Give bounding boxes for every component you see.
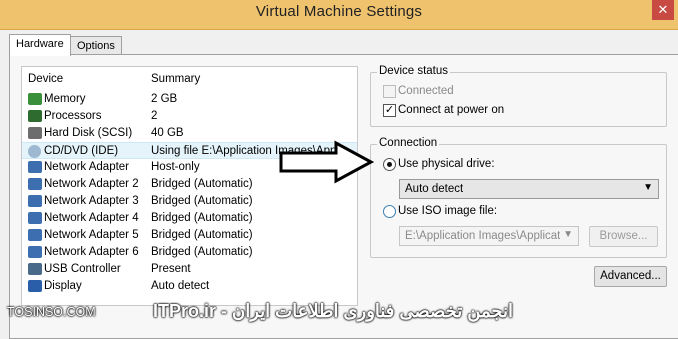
connect-at-power-on-checkbox[interactable]: ✓ bbox=[383, 104, 396, 117]
chevron-down-icon: ▼ bbox=[563, 229, 573, 240]
connection-group: Connection Use physical drive: Auto dete… bbox=[370, 137, 667, 258]
device-list-header: Device Summary bbox=[22, 67, 357, 89]
connected-checkbox[interactable] bbox=[383, 85, 396, 98]
use-physical-drive-radio[interactable] bbox=[383, 158, 396, 171]
device-summary: Bridged (Automatic) bbox=[151, 212, 253, 224]
network-adapter-icon bbox=[28, 246, 42, 258]
column-summary[interactable]: Summary bbox=[151, 73, 200, 85]
device-row[interactable]: Network Adapter 6 Bridged (Automatic) bbox=[22, 244, 357, 261]
hard-disk-icon bbox=[28, 127, 42, 139]
device-name: Network Adapter 6 bbox=[44, 246, 139, 258]
connect-at-power-on-label: Connect at power on bbox=[398, 104, 505, 116]
device-summary: Bridged (Automatic) bbox=[151, 195, 253, 207]
device-summary: Bridged (Automatic) bbox=[151, 178, 253, 190]
tab-options[interactable]: Options bbox=[70, 36, 122, 56]
usb-icon bbox=[28, 263, 42, 275]
use-iso-image-label: Use ISO image file: bbox=[398, 205, 498, 217]
device-name: Processors bbox=[44, 110, 102, 122]
iso-path-value: E:\Application Images\Applicatic bbox=[405, 230, 560, 242]
network-adapter-icon bbox=[28, 195, 42, 207]
connection-legend: Connection bbox=[377, 137, 440, 149]
watermark-footer: TOSINSO.COM انجمن تخصصی فناوری اطلاعات ا… bbox=[0, 299, 678, 331]
device-name: Network Adapter bbox=[44, 161, 130, 173]
watermark-right: انجمن تخصصی فناوری اطلاعات ایران - ITPro… bbox=[153, 301, 513, 321]
use-physical-drive-label: Use physical drive: bbox=[398, 158, 495, 170]
display-icon bbox=[28, 280, 42, 292]
device-list[interactable]: Device Summary Memory 2 GB Processors 2 Hard… bbox=[21, 66, 358, 306]
device-name: Display bbox=[44, 280, 82, 292]
tab-hardware[interactable]: Hardware bbox=[9, 34, 71, 56]
watermark-left: TOSINSO.COM bbox=[7, 305, 96, 319]
device-name: Memory bbox=[44, 93, 86, 105]
title-bar: Virtual Machine Settings ✕ bbox=[0, 0, 678, 30]
device-status-group: Device status Connected ✓ Connect at pow… bbox=[370, 65, 667, 127]
cd-dvd-icon bbox=[28, 145, 41, 158]
physical-drive-value: Auto detect bbox=[405, 183, 464, 195]
device-summary: 2 bbox=[151, 110, 158, 122]
device-status-legend: Device status bbox=[377, 65, 451, 77]
network-adapter-icon bbox=[28, 178, 42, 190]
device-row[interactable]: Network Adapter 5 Bridged (Automatic) bbox=[22, 227, 357, 244]
device-summary: Auto detect bbox=[151, 280, 210, 292]
device-row[interactable]: Processors 2 bbox=[22, 108, 357, 125]
device-summary: Bridged (Automatic) bbox=[151, 229, 253, 241]
processor-icon bbox=[28, 110, 42, 122]
device-name: Hard Disk (SCSI) bbox=[44, 127, 133, 139]
connected-label: Connected bbox=[398, 85, 454, 97]
device-summary: 40 GB bbox=[151, 127, 184, 139]
network-adapter-icon bbox=[28, 212, 42, 224]
device-row[interactable]: Network Adapter 3 Bridged (Automatic) bbox=[22, 193, 357, 210]
use-iso-image-radio[interactable] bbox=[383, 205, 396, 218]
device-row[interactable]: USB Controller Present bbox=[22, 261, 357, 278]
window-title: Virtual Machine Settings bbox=[255, 3, 423, 20]
iso-path-combo[interactable]: E:\Application Images\Applicatic ▼ bbox=[399, 226, 579, 246]
memory-icon bbox=[28, 93, 42, 105]
device-name: Network Adapter 5 bbox=[44, 229, 139, 241]
network-adapter-icon bbox=[28, 229, 42, 241]
device-row[interactable]: Display Auto detect bbox=[22, 278, 357, 295]
device-row[interactable]: Memory 2 GB bbox=[22, 91, 357, 108]
chevron-down-icon: ▼ bbox=[643, 182, 653, 193]
advanced-button[interactable]: Advanced... bbox=[594, 266, 667, 287]
right-arrow-icon bbox=[279, 140, 375, 184]
column-device[interactable]: Device bbox=[28, 73, 63, 85]
close-icon[interactable]: ✕ bbox=[652, 0, 674, 20]
device-name: Network Adapter 4 bbox=[44, 212, 139, 224]
physical-drive-select[interactable]: Auto detect ▼ bbox=[399, 179, 659, 199]
device-summary: Present bbox=[151, 263, 191, 275]
browse-button[interactable]: Browse... bbox=[589, 226, 658, 247]
device-row[interactable]: Network Adapter 4 Bridged (Automatic) bbox=[22, 210, 357, 227]
device-summary: Bridged (Automatic) bbox=[151, 246, 253, 258]
network-adapter-icon bbox=[28, 161, 42, 173]
device-name: CD/DVD (IDE) bbox=[44, 145, 119, 157]
device-summary: 2 GB bbox=[151, 93, 178, 105]
device-summary: Host-only bbox=[151, 161, 200, 173]
device-name: Network Adapter 3 bbox=[44, 195, 139, 207]
device-name: Network Adapter 2 bbox=[44, 178, 139, 190]
device-name: USB Controller bbox=[44, 263, 121, 275]
